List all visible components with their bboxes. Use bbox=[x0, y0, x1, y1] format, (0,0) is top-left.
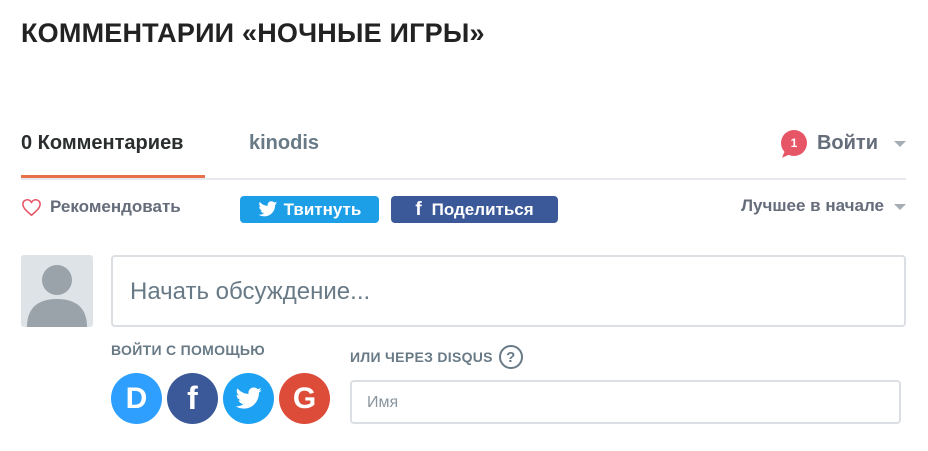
tab-comments[interactable]: 0 Комментариев bbox=[21, 132, 205, 178]
page-title: КОММЕНТАРИИ «НОЧНЫЕ ИГРЫ» bbox=[21, 18, 485, 48]
recommend-label: Рекомендовать bbox=[50, 197, 181, 216]
share-label: Поделиться bbox=[431, 199, 534, 219]
tab-site[interactable]: kinodis bbox=[249, 132, 319, 155]
login-label[interactable]: Войти bbox=[817, 132, 878, 155]
action-bar: Рекомендовать Твитнуть f Поделиться Лучш… bbox=[21, 193, 906, 223]
user-silhouette-icon bbox=[27, 265, 87, 327]
comment-textbox[interactable]: Начать обсуждение... bbox=[111, 255, 906, 327]
google-login-button[interactable]: G bbox=[279, 373, 330, 424]
login-with-label: ВОЙТИ С ПОМОЩЬЮ bbox=[111, 342, 265, 358]
notification-badge[interactable]: 1 bbox=[780, 130, 807, 156]
tweet-button[interactable]: Твитнуть bbox=[240, 196, 379, 223]
twitter-bird-icon bbox=[258, 201, 277, 217]
recommend-button[interactable]: Рекомендовать bbox=[21, 197, 181, 217]
twitter-login-button[interactable] bbox=[223, 373, 274, 424]
name-placeholder: Имя bbox=[367, 394, 399, 411]
social-login-buttons: D f G bbox=[111, 373, 335, 424]
avatar bbox=[21, 255, 93, 327]
sort-dropdown[interactable]: Лучшее в начале bbox=[741, 196, 906, 216]
name-field[interactable]: Имя bbox=[350, 380, 901, 424]
facebook-share-button[interactable]: f Поделиться bbox=[391, 196, 558, 223]
tweet-label: Твитнуть bbox=[283, 199, 362, 219]
disqus-label-text: ИЛИ ЧЕРЕЗ DISQUS bbox=[350, 349, 493, 365]
disqus-login-button[interactable]: D bbox=[111, 373, 162, 424]
google-icon: G bbox=[292, 381, 317, 415]
facebook-icon: f bbox=[415, 198, 422, 220]
twitter-bird-icon bbox=[235, 386, 262, 409]
chevron-down-icon[interactable] bbox=[894, 141, 906, 147]
comments-nav: 0 Комментариев kinodis 1 Войти bbox=[21, 120, 906, 180]
disqus-login-label: ИЛИ ЧЕРЕЗ DISQUS ? bbox=[350, 345, 523, 369]
comment-placeholder: Начать обсуждение... bbox=[130, 278, 371, 305]
help-icon[interactable]: ? bbox=[498, 345, 523, 369]
facebook-icon: f bbox=[187, 380, 198, 416]
sort-label: Лучшее в начале bbox=[741, 196, 884, 215]
chevron-down-icon bbox=[894, 204, 906, 210]
login-menu[interactable]: 1 Войти bbox=[780, 130, 906, 156]
heart-icon bbox=[22, 198, 41, 216]
facebook-login-button[interactable]: f bbox=[167, 373, 218, 424]
disqus-icon: D bbox=[125, 381, 148, 415]
